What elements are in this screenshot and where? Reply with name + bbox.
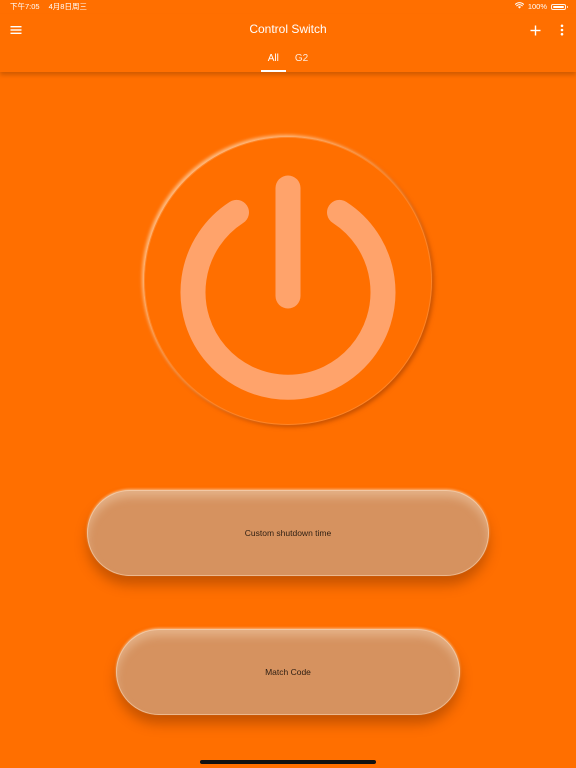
home-indicator (200, 760, 376, 764)
tab-g2[interactable]: G2 (288, 50, 315, 72)
wifi-icon (514, 0, 524, 14)
app-bar: Control Switch All G2 (0, 14, 576, 72)
battery-icon (551, 4, 568, 10)
custom-shutdown-time-button[interactable]: Custom shutdown time (87, 490, 489, 576)
status-date: 4月8日周三 (48, 2, 87, 11)
custom-shutdown-time-label: Custom shutdown time (244, 528, 332, 538)
plus-icon[interactable] (525, 20, 545, 40)
match-code-label: Match Code (265, 667, 311, 677)
power-button[interactable] (144, 137, 432, 425)
hamburger-menu-icon[interactable] (6, 20, 26, 40)
status-left: 下午7:05 4月8日周三 (10, 0, 87, 14)
tab-all[interactable]: All (260, 50, 287, 72)
battery-percent: 100% (527, 2, 547, 11)
status-right: 100% (514, 0, 568, 14)
page-title: Control Switch (249, 22, 327, 36)
match-code-button[interactable]: Match Code (116, 629, 460, 715)
status-time: 下午7:05 (10, 2, 40, 11)
battery-level (553, 6, 564, 8)
tab-bar: All G2 (0, 50, 576, 72)
status-bar: 下午7:05 4月8日周三 100% (0, 0, 576, 14)
power-icon (180, 175, 396, 400)
more-vertical-icon[interactable] (552, 20, 572, 40)
